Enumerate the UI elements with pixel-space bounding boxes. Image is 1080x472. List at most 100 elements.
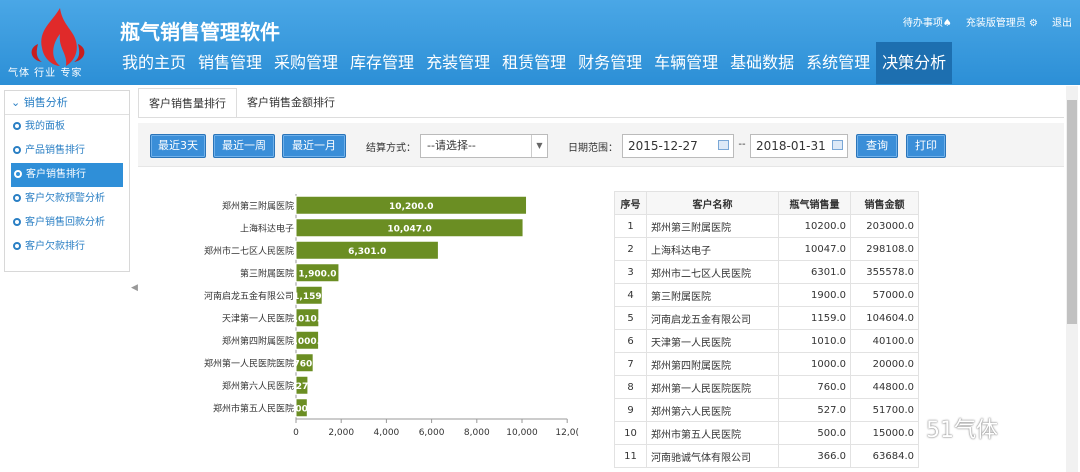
table-cell: 298108.0 bbox=[850, 237, 919, 261]
nav-filling[interactable]: 充装管理 bbox=[420, 42, 496, 84]
x-tick-label: 8,000 bbox=[464, 428, 490, 438]
table-cell: 郑州第一人民医院医院 bbox=[646, 375, 779, 399]
table-cell: 郑州第四附属医院 bbox=[646, 352, 779, 376]
date-from-input[interactable]: 2015-12-27 bbox=[622, 134, 734, 158]
table-cell: 1159.0 bbox=[778, 306, 851, 330]
app-title: 瓶气销售管理软件 bbox=[120, 20, 280, 44]
nav-finance[interactable]: 财务管理 bbox=[572, 42, 648, 84]
scrollbar-thumb[interactable] bbox=[1067, 100, 1077, 324]
table-cell: 6 bbox=[614, 329, 647, 353]
sidebar-item-customer-ranking[interactable]: 客户销售排行 bbox=[11, 163, 123, 187]
table-cell: 10 bbox=[614, 421, 647, 445]
table-row[interactable]: 11 河南驰诚气体有限公司 366.0 63684.0 bbox=[614, 444, 919, 468]
table-row[interactable]: 5 河南启龙五金有限公司 1159.0 104604.0 bbox=[614, 306, 919, 330]
x-tick-label: 6,000 bbox=[419, 428, 445, 438]
table-cell: 15000.0 bbox=[850, 421, 919, 445]
table-row[interactable]: 3 郑州市二七区人民医院 6301.0 355578.0 bbox=[614, 260, 919, 284]
table-cell: 7 bbox=[614, 352, 647, 376]
filter-toolbar: 最近3天 最近一周 最近一月 结算方式： --请选择-- ▼ 日期范围： 2015… bbox=[138, 123, 1064, 167]
table-cell: 1 bbox=[614, 214, 647, 238]
table-cell: 51700.0 bbox=[850, 398, 919, 422]
chevron-down-icon: ⌄ bbox=[11, 96, 24, 109]
bar-value-label: 1,900.0 bbox=[298, 269, 336, 279]
column-header: 销售金额 bbox=[850, 191, 919, 215]
nav-decision-analysis[interactable]: 决策分析 bbox=[876, 42, 953, 84]
table-cell: 104604.0 bbox=[850, 306, 919, 330]
sidebar-section-header[interactable]: ⌄ 销售分析 bbox=[5, 91, 129, 115]
date-range-label: 日期范围： bbox=[568, 143, 618, 154]
table-cell: 河南启龙五金有限公司 bbox=[646, 306, 779, 330]
category-label: 郑州市第五人民医院 bbox=[213, 402, 294, 414]
table-cell: 500.0 bbox=[778, 421, 851, 445]
table-cell: 上海科达电子 bbox=[646, 237, 779, 261]
table-row[interactable]: 10 郑州市第五人民医院 500.0 15000.0 bbox=[614, 421, 919, 445]
last-week-button[interactable]: 最近一周 bbox=[213, 134, 275, 158]
logo-tagline: 气体 行业 专家 bbox=[8, 68, 83, 79]
table-cell: 9 bbox=[614, 398, 647, 422]
bar-value-label: 760. bbox=[293, 359, 315, 369]
table-cell: 1900.0 bbox=[778, 283, 851, 307]
table-row[interactable]: 8 郑州第一人民医院医院 760.0 44800.0 bbox=[614, 375, 919, 399]
main-nav: 我的主页 销售管理 采购管理 库存管理 充装管理 租赁管理 财务管理 车辆管理 … bbox=[116, 42, 953, 84]
bar-value-label: 00 bbox=[295, 404, 308, 414]
column-header: 序号 bbox=[614, 191, 647, 215]
table-cell: 40100.0 bbox=[850, 329, 919, 353]
table-row[interactable]: 1 郑州第三附属医院 10200.0 203000.0 bbox=[614, 214, 919, 238]
calendar-icon[interactable] bbox=[832, 140, 843, 150]
tab-sales-volume-ranking[interactable]: 客户销售量排行 bbox=[138, 88, 237, 118]
table-cell: 郑州市二七区人民医院 bbox=[646, 260, 779, 284]
table-cell: 4 bbox=[614, 283, 647, 307]
todo-link[interactable]: 待办事项♠ bbox=[903, 14, 952, 29]
x-tick-label: 2,000 bbox=[328, 428, 354, 438]
table-cell: 1000.0 bbox=[778, 352, 851, 376]
table-cell: 63684.0 bbox=[850, 444, 919, 468]
table-cell: 郑州市第五人民医院 bbox=[646, 421, 779, 445]
customer-sales-bar-chart: 郑州第三附属医院 10,200.0 上海科达电子 10,047.0 郑州市二七区人民医院… bbox=[204, 194, 579, 438]
table-cell: 44800.0 bbox=[850, 375, 919, 399]
circle-icon bbox=[13, 146, 21, 154]
table-cell: 5 bbox=[614, 306, 647, 330]
nav-inventory[interactable]: 库存管理 bbox=[344, 42, 420, 84]
query-button[interactable]: 查询 bbox=[856, 134, 898, 158]
category-label: 郑州第六人民医院 bbox=[222, 380, 294, 392]
sidebar-item-dashboard[interactable]: 我的面板 bbox=[5, 115, 129, 139]
dropdown-arrow-icon: ▼ bbox=[531, 135, 547, 157]
tab-sales-amount-ranking[interactable]: 客户销售金额排行 bbox=[237, 88, 345, 118]
x-tick-label: 10,000 bbox=[506, 428, 538, 438]
calendar-icon[interactable] bbox=[718, 140, 729, 150]
nav-home[interactable]: 我的主页 bbox=[116, 42, 192, 84]
user-menu[interactable]: 充装版管理员 ⚙ bbox=[966, 14, 1038, 29]
logout-link[interactable]: 退出 bbox=[1052, 14, 1072, 29]
nav-sales[interactable]: 销售管理 bbox=[192, 42, 268, 84]
nav-system[interactable]: 系统管理 bbox=[800, 42, 876, 84]
sidebar-item-payment-analysis[interactable]: 客户销售回款分析 bbox=[5, 211, 129, 235]
date-to-input[interactable]: 2018-01-31 bbox=[750, 134, 848, 158]
sidebar-item-product-ranking[interactable]: 产品销售排行 bbox=[5, 139, 129, 163]
table-row[interactable]: 7 郑州第四附属医院 1000.0 20000.0 bbox=[614, 352, 919, 376]
last-month-button[interactable]: 最近一月 bbox=[282, 134, 346, 158]
nav-leasing[interactable]: 租赁管理 bbox=[496, 42, 572, 84]
sidebar-item-debt-warning[interactable]: 客户欠款预警分析 bbox=[5, 187, 129, 211]
column-header: 客户名称 bbox=[646, 191, 779, 215]
watermark: 51气体 bbox=[926, 418, 998, 443]
last-3-days-button[interactable]: 最近3天 bbox=[150, 134, 206, 158]
nav-purchase[interactable]: 采购管理 bbox=[268, 42, 344, 84]
table-row[interactable]: 9 郑州第六人民医院 527.0 51700.0 bbox=[614, 398, 919, 422]
table-row[interactable]: 2 上海科达电子 10047.0 298108.0 bbox=[614, 237, 919, 261]
table-row[interactable]: 4 第三附属医院 1900.0 57000.0 bbox=[614, 283, 919, 307]
table-row[interactable]: 6 天津第一人民医院 1010.0 40100.0 bbox=[614, 329, 919, 353]
print-button[interactable]: 打印 bbox=[906, 134, 946, 158]
nav-basic-data[interactable]: 基础数据 bbox=[724, 42, 800, 84]
tab-bar: 客户销售量排行 客户销售金额排行 bbox=[138, 88, 345, 118]
settle-method-select[interactable]: --请选择-- ▼ bbox=[420, 134, 548, 158]
gear-icon: ⚙ bbox=[1029, 18, 1038, 29]
table-cell: 1010.0 bbox=[778, 329, 851, 353]
table-cell: 河南驰诚气体有限公司 bbox=[646, 444, 779, 468]
nav-vehicle[interactable]: 车辆管理 bbox=[648, 42, 724, 84]
sidebar-item-debt-ranking[interactable]: 客户欠款排行 bbox=[5, 235, 129, 259]
table-cell: 3 bbox=[614, 260, 647, 284]
table-cell: 2 bbox=[614, 237, 647, 261]
table-cell: 8 bbox=[614, 375, 647, 399]
tab-divider bbox=[138, 117, 1064, 118]
sidebar-collapse-icon[interactable]: ◀ bbox=[131, 283, 138, 293]
